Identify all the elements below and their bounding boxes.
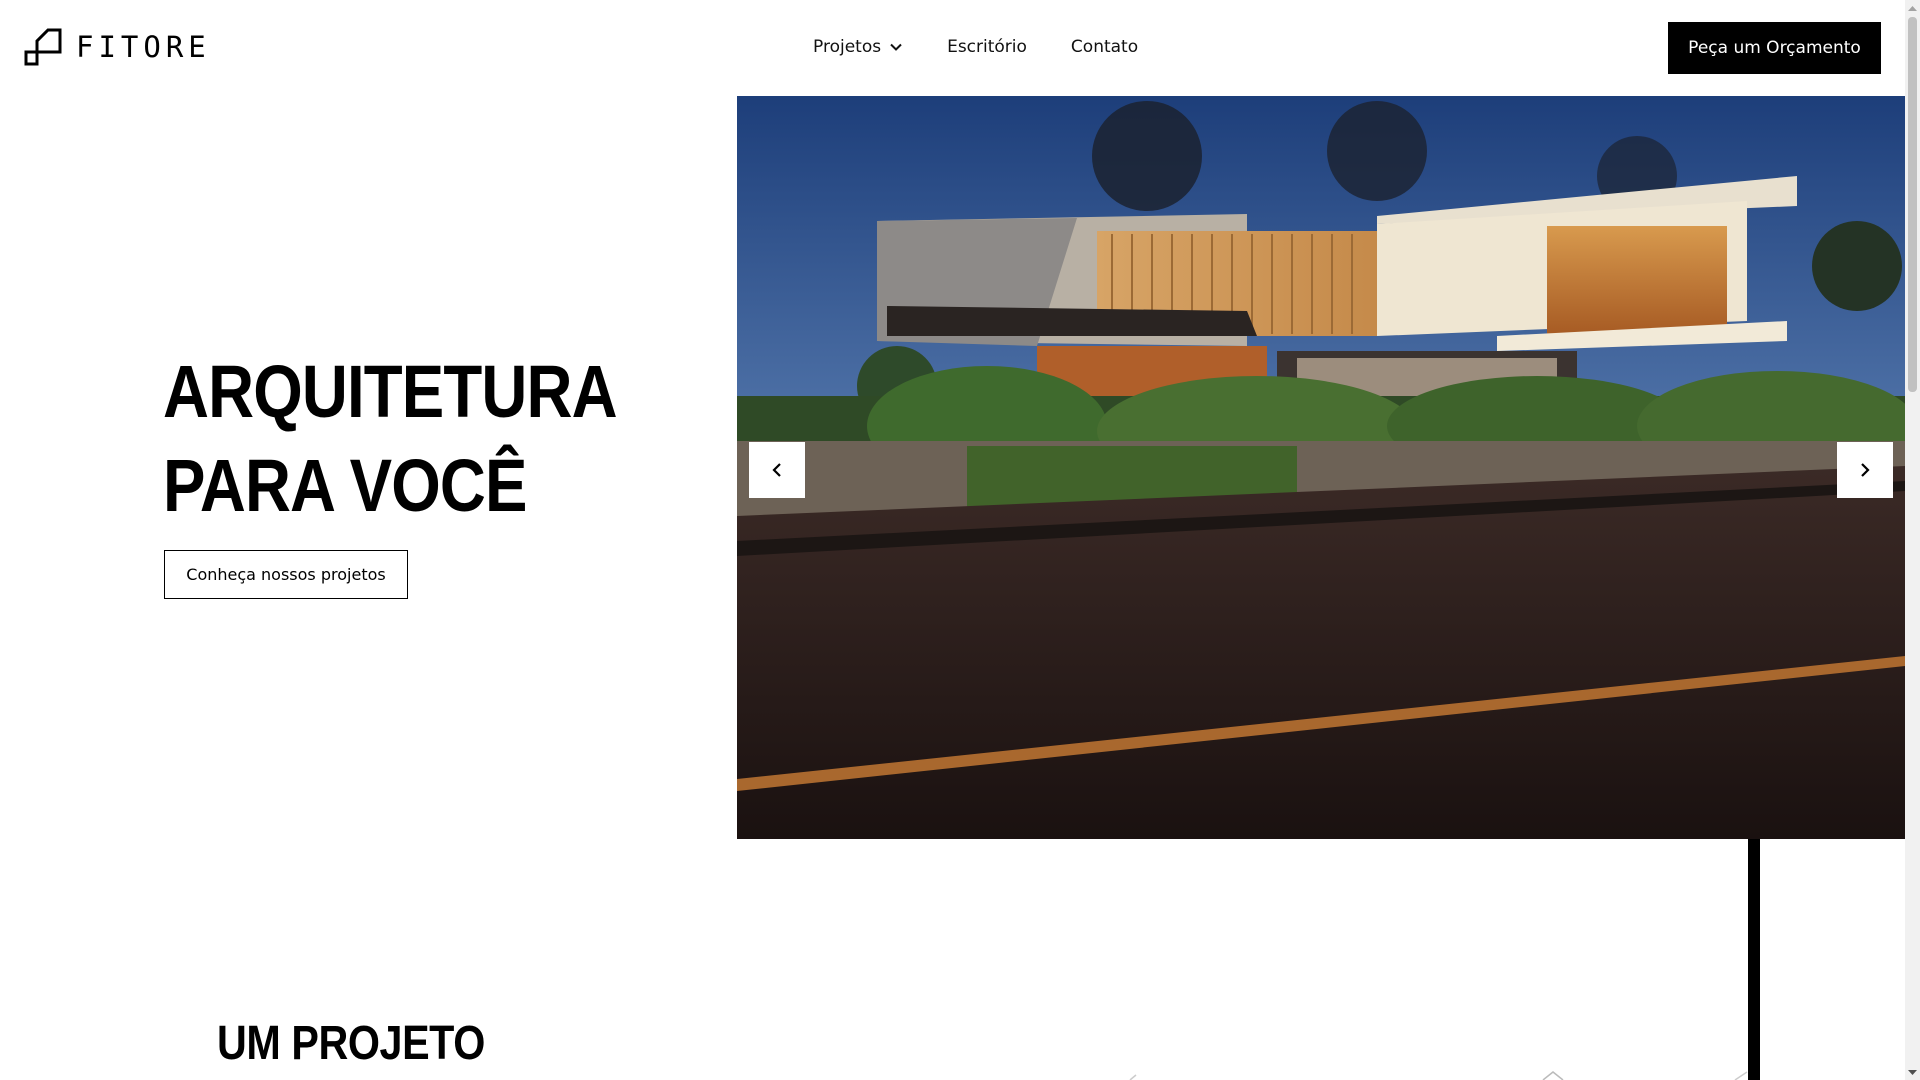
hero-carousel bbox=[737, 96, 1905, 839]
decorative-mark bbox=[1542, 1071, 1564, 1080]
carousel-next-button[interactable] bbox=[1837, 442, 1893, 498]
chevron-down-icon bbox=[890, 43, 902, 51]
brand-name: FITORE bbox=[76, 29, 211, 64]
nav-item-contato[interactable]: Contato bbox=[1071, 36, 1138, 58]
nav-item-label: Contato bbox=[1070, 37, 1139, 57]
scroll-up-icon[interactable] bbox=[1905, 0, 1920, 15]
nav-item-label: Escritório bbox=[947, 37, 1027, 57]
scroll-down-icon[interactable] bbox=[1905, 1065, 1920, 1080]
scrollbar-thumb[interactable] bbox=[1908, 17, 1917, 392]
page-scrollbar[interactable] bbox=[1905, 0, 1920, 1080]
hero-title-line-2: PARA VOCÊ bbox=[163, 444, 527, 527]
section-title: UM PROJETO bbox=[217, 1017, 485, 1070]
request-quote-button[interactable]: Peça um Orçamento bbox=[1668, 22, 1881, 74]
decorative-mark bbox=[1734, 1071, 1748, 1080]
view-projects-button[interactable]: Conheça nossos projetos bbox=[164, 550, 408, 599]
hero-title: ARQUITETURA PARA VOCÊ bbox=[163, 345, 645, 533]
vertical-divider bbox=[1748, 839, 1760, 1080]
stair-square-icon bbox=[24, 28, 62, 66]
nav-item-escritorio[interactable]: Escritório bbox=[947, 36, 1027, 58]
nav-item-label: Projetos bbox=[813, 37, 882, 57]
site-header: FITORE Projetos Escritório Contato Peça … bbox=[0, 0, 1905, 96]
hero-house-image bbox=[737, 96, 1905, 839]
decorative-mark bbox=[1129, 1074, 1137, 1080]
main-nav: Projetos Escritório Contato bbox=[813, 36, 1138, 58]
hero-title-line-1: ARQUITETURA bbox=[163, 350, 618, 433]
nav-item-projetos[interactable]: Projetos bbox=[813, 36, 903, 58]
chevron-right-icon bbox=[1861, 463, 1870, 477]
chevron-left-icon bbox=[772, 463, 781, 477]
brand-logo[interactable]: FITORE bbox=[24, 28, 211, 66]
carousel-prev-button[interactable] bbox=[749, 442, 805, 498]
page: FITORE Projetos Escritório Contato Peça … bbox=[0, 0, 1920, 1080]
